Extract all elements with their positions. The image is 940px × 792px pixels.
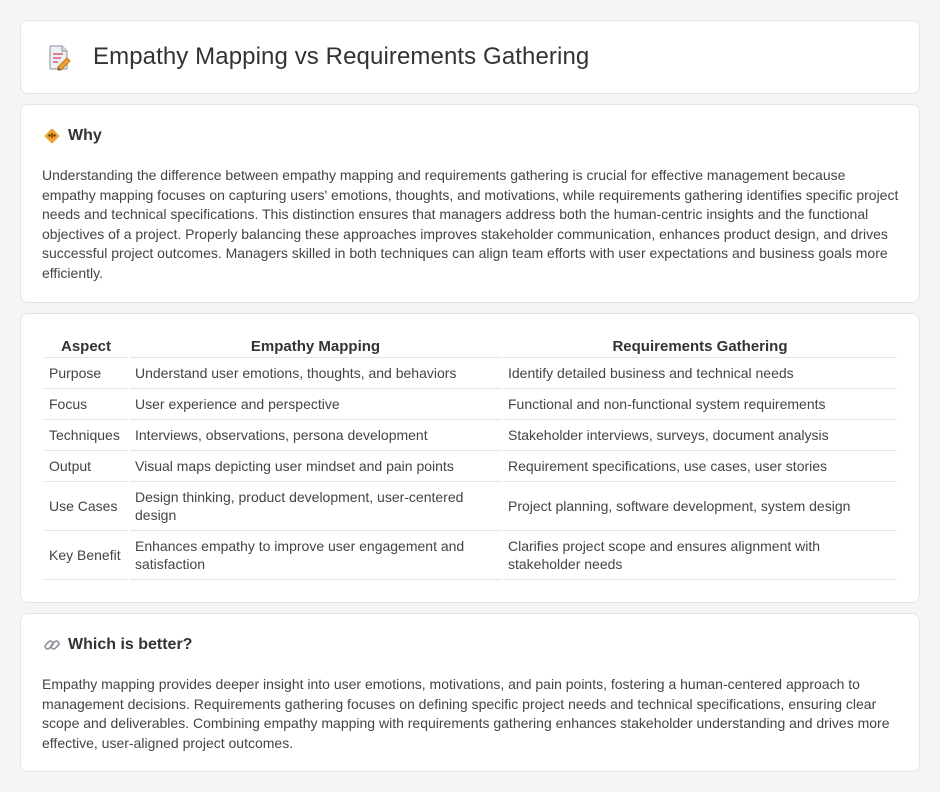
table-row: Focus User experience and perspective Fu… [44,389,897,420]
table-row: Purpose Understand user emotions, though… [44,358,897,389]
comparison-card: Aspect Empathy Mapping Requirements Gath… [20,313,920,603]
requirements-cell: Identify detailed business and technical… [503,358,897,389]
empathy-cell: Enhances empathy to improve user engagem… [130,531,501,580]
requirements-cell: Clarifies project scope and ensures alig… [503,531,897,580]
why-section: Why Understanding the difference between… [20,104,920,303]
why-text: Understanding the difference between emp… [42,167,899,281]
requirements-cell: Requirement specifications, use cases, u… [503,451,897,482]
table-row: Output Visual maps depicting user mindse… [44,451,897,482]
requirements-cell: Functional and non-functional system req… [503,389,897,420]
table-row: Key Benefit Enhances empathy to improve … [44,531,897,580]
aspect-cell: Techniques [44,420,128,451]
better-heading: Which is better? [68,636,193,653]
table-row: Use Cases Design thinking, product devel… [44,482,897,531]
link-icon [44,640,60,650]
why-heading: Why [68,127,102,144]
header-aspect: Aspect [44,334,128,358]
empathy-cell: Interviews, observations, persona develo… [130,420,501,451]
aspect-cell: Output [44,451,128,482]
requirements-cell: Stakeholder interviews, surveys, documen… [503,420,897,451]
title-card: Empathy Mapping vs Requirements Gatherin… [20,20,920,94]
empathy-cell: User experience and perspective [130,389,501,420]
header-empathy-mapping: Empathy Mapping [130,334,501,358]
aspect-cell: Key Benefit [44,531,128,580]
empathy-cell: Understand user emotions, thoughts, and … [130,358,501,389]
page-title: Empathy Mapping vs Requirements Gatherin… [93,43,590,70]
empathy-cell: Visual maps depicting user mindset and p… [130,451,501,482]
diamond-warning-icon [44,128,60,144]
which-is-better-section: Which is better? Empathy mapping provide… [20,613,920,772]
comparison-table: Aspect Empathy Mapping Requirements Gath… [42,334,899,580]
header-requirements-gathering: Requirements Gathering [503,334,897,358]
table-header-row: Aspect Empathy Mapping Requirements Gath… [44,334,897,358]
document-pencil-icon [49,45,71,71]
aspect-cell: Focus [44,389,128,420]
aspect-cell: Use Cases [44,482,128,531]
better-text: Empathy mapping provides deeper insight … [42,676,890,751]
requirements-cell: Project planning, software development, … [503,482,897,531]
aspect-cell: Purpose [44,358,128,389]
empathy-cell: Design thinking, product development, us… [130,482,501,531]
table-row: Techniques Interviews, observations, per… [44,420,897,451]
